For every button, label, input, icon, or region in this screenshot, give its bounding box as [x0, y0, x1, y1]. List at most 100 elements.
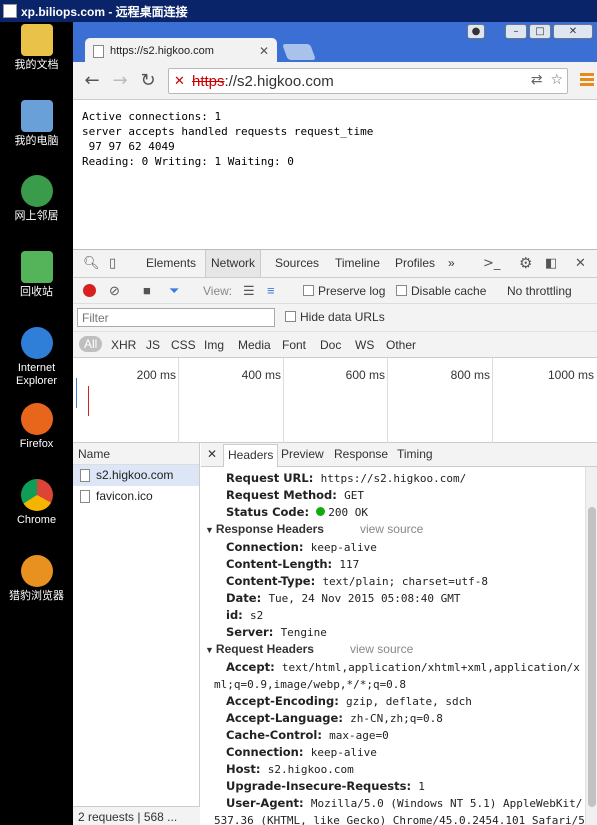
close-window-button[interactable]: ✕ — [553, 24, 593, 39]
tab-elements[interactable]: Elements — [141, 250, 201, 277]
settings-gear-icon[interactable]: ⚙ — [519, 254, 532, 272]
details-tabbar: ✕ Headers Preview Response Timing — [201, 443, 597, 467]
desktop-icon-network-places[interactable]: 网上邻居 — [0, 175, 73, 223]
response-headers-section[interactable]: ▼ Response Headers view source — [201, 521, 585, 539]
desktop-icon-recycle-bin[interactable]: 回收站 — [0, 251, 73, 299]
document-file-icon — [80, 490, 90, 503]
close-devtools-icon[interactable]: ✕ — [575, 256, 586, 271]
request-headers-section[interactable]: ▼ Request Headers view source — [201, 641, 585, 659]
filter-funnel-icon[interactable]: ⏷ — [169, 283, 179, 299]
type-filter-font[interactable]: Font — [282, 338, 306, 352]
throttling-select[interactable]: No throttling — [507, 284, 572, 298]
tab-timeline[interactable]: Timeline — [330, 250, 385, 277]
translate-icon[interactable]: ⇄ — [531, 72, 543, 88]
preserve-log-checkbox[interactable]: Preserve log — [303, 284, 385, 298]
type-filter-doc[interactable]: Doc — [320, 338, 341, 352]
desktop-icon-chrome[interactable]: Chrome — [0, 479, 73, 527]
filter-row: Hide data URLs — [73, 304, 597, 332]
tab-headers[interactable]: Headers — [223, 444, 279, 467]
tab-sources[interactable]: Sources — [270, 250, 324, 277]
type-filter-all[interactable]: All — [79, 336, 103, 352]
header-value: s2.higkoo.com — [267, 763, 354, 776]
resource-type-filters: All XHR JS CSS Img Media Font Doc WS Oth… — [73, 332, 597, 358]
checkbox-box[interactable] — [396, 285, 407, 296]
header-value: max-age=0 — [329, 729, 389, 742]
checkbox-box[interactable] — [285, 311, 296, 322]
disable-cache-checkbox[interactable]: Disable cache — [396, 284, 486, 298]
header-key: Upgrade-Insecure-Requests: — [226, 779, 412, 793]
address-bar[interactable]: ✕ https://s2.higkoo.com ⇄ ☆ — [168, 68, 568, 94]
remote-desktop-title-bar: xp.biliops.com - 远程桌面连接 — [0, 0, 597, 22]
request-row[interactable]: s2.higkoo.com — [73, 465, 199, 486]
desktop-icon-firefox[interactable]: Firefox — [0, 403, 73, 451]
tab-timing[interactable]: Timing — [397, 447, 433, 461]
view-source-link[interactable]: view source — [350, 642, 413, 656]
bookmark-star-icon[interactable]: ☆ — [550, 72, 563, 88]
console-drawer-icon[interactable]: >_ — [483, 256, 500, 271]
device-mode-icon[interactable]: ▯ — [109, 256, 116, 271]
header-value: https://s2.higkoo.com/ — [320, 472, 467, 485]
hide-data-urls-checkbox[interactable]: Hide data URLs — [285, 310, 385, 324]
reload-button[interactable]: ↻ — [137, 70, 159, 92]
network-toolbar: ⊘ ■ ⏷ View: ☰ ≡ Preserve log Disable cac… — [73, 278, 597, 304]
network-overview-timeline[interactable]: 200 ms 400 ms 600 ms 800 ms 1000 ms — [73, 358, 597, 443]
tab-response[interactable]: Response — [334, 447, 388, 461]
profile-icon[interactable]: ● — [467, 24, 485, 39]
new-tab-button[interactable] — [282, 44, 316, 60]
chrome-frame: https://s2.higkoo.com ✕ ● – □ ✕ — [73, 22, 597, 64]
remote-desktop-icon — [3, 4, 17, 18]
header-row: Date: Tue, 24 Nov 2015 05:08:40 GMT — [201, 590, 585, 607]
name-column-header[interactable]: Name — [73, 443, 199, 465]
chrome-menu-icon[interactable] — [580, 73, 594, 88]
desktop-icon-my-computer[interactable]: 我的电脑 — [0, 100, 73, 148]
timeline-label: 400 ms — [241, 368, 281, 382]
type-filter-other[interactable]: Other — [386, 338, 416, 352]
type-filter-media[interactable]: Media — [238, 338, 271, 352]
tab-close-icon[interactable]: ✕ — [259, 44, 269, 58]
details-scrollbar[interactable] — [585, 467, 597, 825]
url-scheme: https — [192, 72, 225, 90]
desktop-icon-my-documents[interactable]: 我的文档 — [0, 24, 73, 72]
capture-screenshots-icon[interactable]: ■ — [143, 283, 151, 298]
tab-preview[interactable]: Preview — [281, 447, 324, 461]
grid-line — [492, 358, 493, 443]
timeline-label: 200 ms — [136, 368, 176, 382]
browser-tab[interactable]: https://s2.higkoo.com ✕ — [85, 38, 277, 64]
scrollbar-thumb[interactable] — [588, 507, 596, 807]
clear-icon[interactable]: ⊘ — [109, 283, 120, 299]
type-filter-js[interactable]: JS — [146, 338, 160, 352]
desktop-icon-liebao-browser[interactable]: 猎豹浏览器 — [0, 555, 73, 603]
header-key: Connection: — [226, 745, 304, 759]
header-key: Accept-Language: — [226, 711, 343, 725]
collapse-triangle-icon[interactable]: ▼ — [205, 645, 214, 655]
load-event-marker — [88, 386, 89, 416]
request-row[interactable]: favicon.ico — [73, 486, 199, 507]
desktop-icon-internet-explorer[interactable]: Internet Explorer — [0, 327, 73, 388]
filter-input[interactable] — [77, 308, 275, 327]
insecure-lock-icon[interactable]: ✕ — [174, 74, 192, 89]
minimize-button[interactable]: – — [505, 24, 527, 39]
type-filter-css[interactable]: CSS — [171, 338, 196, 352]
record-icon[interactable] — [83, 284, 96, 297]
maximize-button[interactable]: □ — [529, 24, 551, 39]
more-tabs-icon[interactable]: » — [443, 250, 460, 277]
overview-waterfall-icon[interactable]: ≡ — [267, 283, 275, 298]
header-value: keep-alive — [310, 541, 377, 554]
forward-button[interactable]: → — [109, 70, 131, 92]
grid-line — [283, 358, 284, 443]
tab-profiles[interactable]: Profiles — [390, 250, 440, 277]
tab-network[interactable]: Network — [205, 250, 262, 277]
checkbox-box[interactable] — [303, 285, 314, 296]
inspect-search-icon[interactable]: 🔍︎ — [83, 256, 100, 271]
close-details-icon[interactable]: ✕ — [207, 447, 217, 461]
type-filter-img[interactable]: Img — [204, 338, 224, 352]
large-rows-icon[interactable]: ☰ — [243, 283, 255, 299]
type-filter-ws[interactable]: WS — [355, 338, 374, 352]
header-value: zh-CN,zh;q=0.8 — [350, 712, 443, 725]
type-filter-xhr[interactable]: XHR — [111, 338, 136, 352]
collapse-triangle-icon[interactable]: ▼ — [205, 525, 214, 535]
back-button[interactable]: ← — [81, 70, 103, 92]
desktop-icon-label: 猎豹浏览器 — [9, 590, 64, 602]
view-source-link[interactable]: view source — [360, 522, 423, 536]
dock-side-icon[interactable]: ◧ — [545, 256, 557, 271]
